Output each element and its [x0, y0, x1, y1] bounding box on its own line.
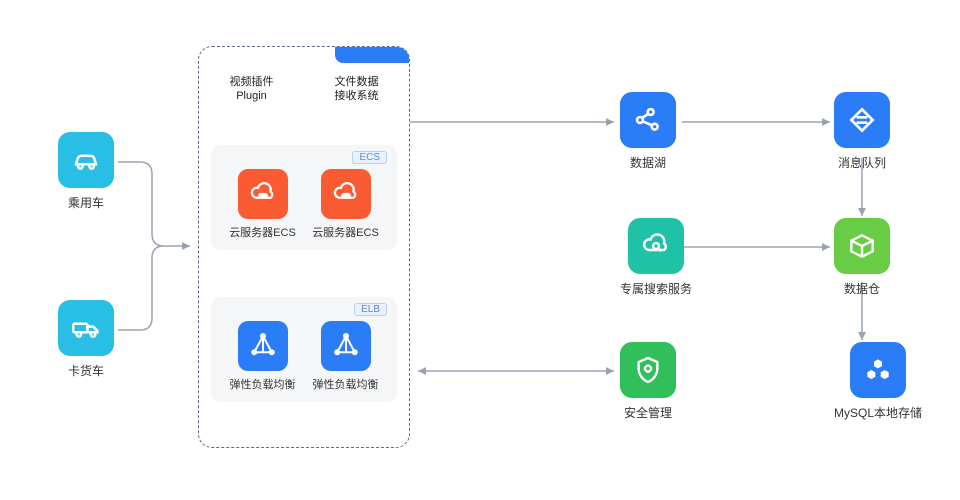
ecs-group: ECS 云服务器ECS 云服务器ECS [211, 145, 397, 250]
node-passenger-car: 乘用车 [58, 132, 114, 211]
center-panel: 视频插件 Plugin 文件数据 接收系统 ECS 云服务器ECS 云服务器EC… [198, 46, 410, 448]
elb-node-1: 弹性负载均衡 [230, 321, 296, 392]
load-balancer-icon [321, 321, 371, 371]
header-right-l2: 接收系统 [335, 89, 379, 103]
truck-label: 卡货车 [68, 362, 104, 379]
node-truck: 卡货车 [58, 300, 114, 379]
search-service-label: 专属搜索服务 [620, 280, 692, 297]
message-queue-icon [834, 92, 890, 148]
ecs-node-2: 云服务器ECS [312, 169, 379, 240]
cloud-server-icon [321, 169, 371, 219]
panel-header: 视频插件 Plugin 文件数据 接收系统 [199, 75, 409, 104]
node-mysql: MySQL本地存储 [834, 342, 922, 421]
ecs-node-1: 云服务器ECS [229, 169, 296, 240]
car-icon [58, 132, 114, 188]
node-data-warehouse: 数据仓 [834, 218, 890, 297]
truck-icon [58, 300, 114, 356]
elb-tag: ELB [354, 303, 387, 316]
data-warehouse-icon [834, 218, 890, 274]
cluster-icon [850, 342, 906, 398]
elb-group: ELB 弹性负载均衡 弹性负载均衡 [211, 297, 397, 402]
car-label: 乘用车 [68, 194, 104, 211]
node-security-mgmt: 安全管理 [620, 342, 676, 421]
elb-label-1: 弹性负载均衡 [230, 376, 296, 392]
node-search-service: 专属搜索服务 [620, 218, 692, 297]
data-warehouse-label: 数据仓 [844, 280, 880, 297]
load-balancer-icon [238, 321, 288, 371]
cloud-search-icon [628, 218, 684, 274]
node-message-queue: 消息队列 [834, 92, 890, 171]
mysql-label: MySQL本地存储 [834, 404, 922, 421]
panel-tab [335, 47, 409, 63]
data-lake-icon [620, 92, 676, 148]
elb-node-2: 弹性负载均衡 [313, 321, 379, 392]
header-left-l1: 视频插件 [230, 75, 274, 89]
header-left-l2: Plugin [230, 89, 274, 103]
connectors [0, 0, 960, 500]
shield-gear-icon [620, 342, 676, 398]
message-queue-label: 消息队列 [838, 154, 886, 171]
elb-label-2: 弹性负载均衡 [313, 376, 379, 392]
security-mgmt-label: 安全管理 [624, 404, 672, 421]
header-right-l1: 文件数据 [335, 75, 379, 89]
cloud-server-icon [238, 169, 288, 219]
ecs-label-2: 云服务器ECS [312, 224, 379, 240]
ecs-label-1: 云服务器ECS [229, 224, 296, 240]
node-data-lake: 数据湖 [620, 92, 676, 171]
ecs-tag: ECS [352, 151, 387, 164]
data-lake-label: 数据湖 [630, 154, 666, 171]
